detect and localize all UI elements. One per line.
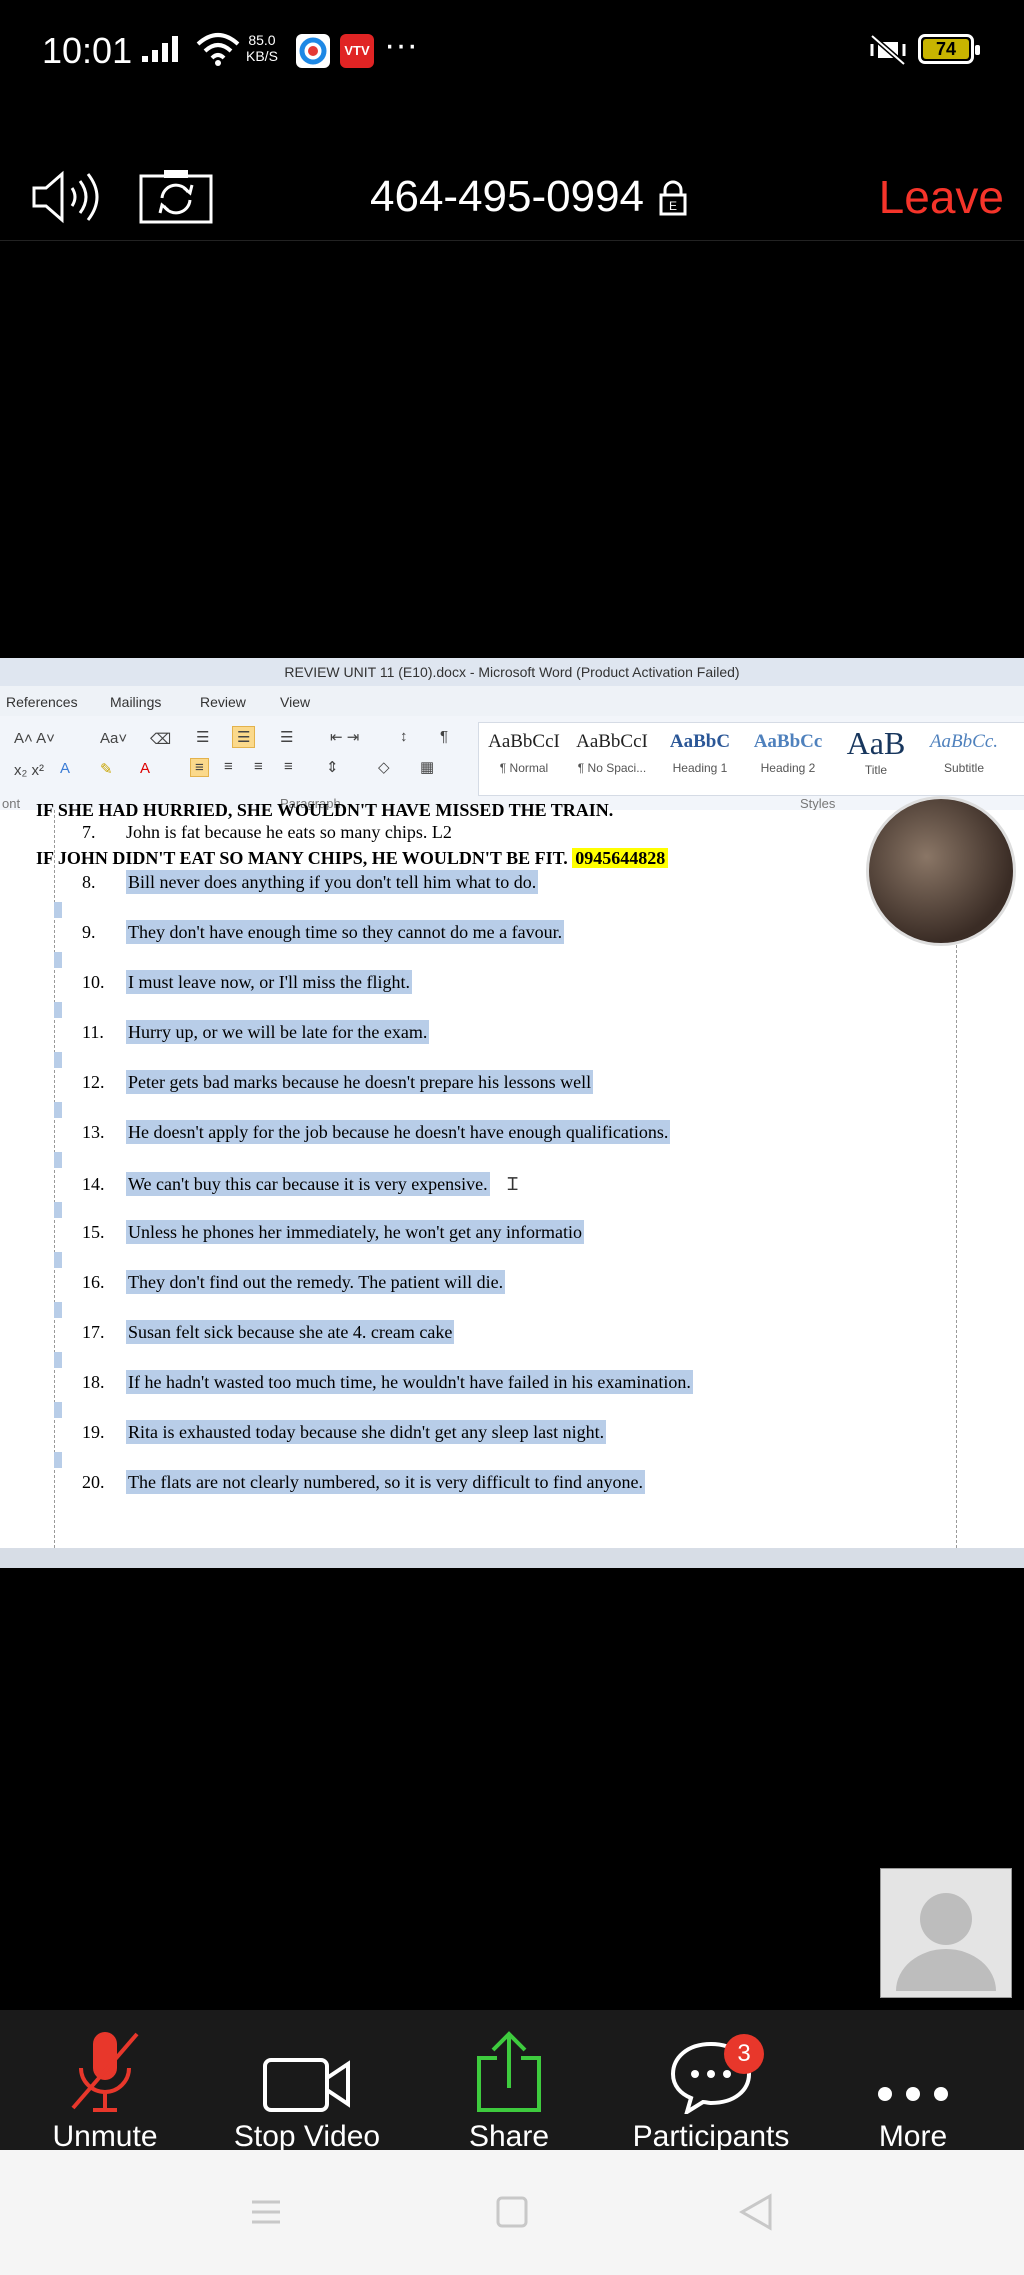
phone-number: 0945644828 (572, 848, 669, 868)
lock-icon: E (659, 180, 687, 216)
meeting-id[interactable]: 464-495-0994 (370, 172, 644, 222)
home-icon[interactable] (494, 2194, 530, 2230)
share-button[interactable]: Share (414, 2026, 604, 2154)
borders-icon: ▦ (420, 759, 435, 776)
self-video-thumbnail[interactable] (880, 1868, 1012, 1998)
doc-line-cut: IF SHE HAD HURRIED, SHE WOULDN'T HAVE MI… (36, 800, 614, 820)
styles-group-label: Styles (800, 796, 836, 811)
list-item: 11. Hurry up, or we will be late for the … (82, 1020, 430, 1044)
list-item: 17. Susan felt sick because she ate 4. cr… (82, 1320, 455, 1344)
align-left-icon: ≡ (190, 758, 209, 777)
status-bar: 10:01 85.0 KB/S VTV ··· 74 (0, 0, 1024, 100)
tab-references: References (6, 694, 78, 710)
font-group-label: ont (2, 796, 21, 811)
back-icon[interactable] (736, 2192, 776, 2232)
participant-video-bubble[interactable] (866, 796, 1016, 946)
more-dots-icon (878, 2087, 948, 2101)
list-item: 18. If he hadn't wasted too much time, he… (82, 1370, 693, 1394)
list-item: 14. We can't buy this car because it is v… (82, 1172, 518, 1196)
list-item: 20. The flats are not clearly numbered, s… (82, 1470, 646, 1494)
status-time: 10:01 (42, 30, 133, 71)
style-normal: AaBbCcI ¶ Normal (488, 731, 560, 775)
more-button[interactable]: More (818, 2026, 1008, 2154)
list-item: 10. I must leave now, or I'll miss the fl… (82, 970, 413, 994)
list-item: 19. Rita is exhausted today because she d… (82, 1420, 607, 1444)
text-effects-icon: A (60, 760, 71, 777)
signal-icon (142, 36, 178, 62)
style-heading-1: AaBbC Heading 1 (669, 731, 731, 775)
screen-share-view[interactable]: REVIEW UNIT 11 (E10).docx - Microsoft Wo… (0, 658, 1024, 1568)
line-spacing-icon: ⇕ (326, 759, 339, 776)
svg-text:E: E (669, 199, 677, 213)
word-status-bar (0, 1548, 1024, 1568)
tab-mailings: Mailings (110, 694, 162, 710)
battery-level: 74 (923, 39, 969, 59)
speaker-icon[interactable] (30, 168, 104, 226)
menu-icon[interactable] (248, 2194, 284, 2230)
doc-line-7: 7. John is fat because he eats so many ch… (82, 822, 452, 842)
mute-vibrate-icon (870, 34, 906, 66)
styles-gallery: AaBbCcI ¶ Normal AaBbCcI ¶ No Spaci... AaB… (478, 722, 1024, 796)
list-item: 12. Peter gets bad marks because he doesn… (82, 1070, 594, 1094)
change-case-icon: Aa˅ (100, 730, 128, 747)
tab-review: Review (200, 694, 246, 710)
wifi-icon (196, 33, 240, 66)
app-notification-icon (296, 34, 330, 68)
style-heading-2: AaBbCc Heading 2 (753, 731, 823, 775)
leave-button[interactable]: Leave (879, 170, 1004, 224)
list-item: 9. They don't have enough time so they ca… (82, 920, 565, 944)
multilevel-icon: ☰ (280, 729, 294, 746)
style-no-spacing: AaBbCcI ¶ No Spaci... (576, 731, 648, 775)
indent-icon: ⇤ ⇥ (330, 729, 360, 746)
participants-button[interactable]: 3 Participants (616, 2026, 806, 2154)
subscript-icon: x₂ x² (14, 762, 44, 779)
clear-format-icon: ⌫ (150, 731, 172, 748)
sort-icon: ↕ (400, 728, 408, 745)
bullets-icon: ☰ (196, 729, 210, 746)
network-speed: 85.0 KB/S (246, 32, 278, 64)
stop-video-button[interactable]: Stop Video (212, 2026, 402, 2154)
doc-answer: IF JOHN DIDN'T EAT SO MANY CHIPS, HE WOU… (36, 848, 669, 869)
tab-view: View (280, 694, 311, 710)
pilcrow-icon: ¶ (440, 728, 449, 745)
shading-icon: ◇ (378, 759, 390, 776)
battery-icon: 74 (918, 34, 980, 64)
align-center-icon: ≡ (224, 758, 233, 775)
align-right-icon: ≡ (254, 758, 263, 775)
list-item: 15. Unless he phones her immediately, he … (82, 1220, 584, 1244)
avatar (896, 1893, 996, 1991)
participants-badge: 3 (724, 2034, 764, 2074)
mic-muted-icon (71, 2032, 139, 2112)
style-subtitle: AaBbCc. Subtitle (929, 731, 999, 775)
justify-icon: ≡ (284, 758, 293, 775)
list-item: 13. He doesn't apply for the job because … (82, 1120, 671, 1144)
video-camera-icon (263, 2058, 350, 2112)
document-page[interactable]: IF SHE HAD HURRIED, SHE WOULDN'T HAVE MI… (0, 800, 1024, 1548)
font-size-icon: A˄ A˅ (14, 730, 55, 747)
word-title-bar: REVIEW UNIT 11 (E10).docx - Microsoft Wo… (0, 658, 1024, 686)
list-item: 8. Bill never does anything if you don't … (82, 870, 539, 894)
highlight-icon: ✎ (100, 761, 113, 778)
numbering-icon: ☰ (232, 726, 256, 748)
switch-camera-icon[interactable] (138, 166, 214, 226)
font-color-icon: A (140, 760, 151, 777)
app-notification-icon: VTV (340, 34, 374, 68)
meeting-toolbar: Unmute Stop Video Share 3 Participants M… (0, 2010, 1024, 2153)
more-notifications-icon: ··· (384, 26, 418, 64)
share-icon (477, 2031, 541, 2112)
word-ribbon-tabs: References Mailings Review View (0, 686, 1024, 716)
meeting-header: 464-495-0994 E Leave (0, 150, 1024, 241)
unmute-button[interactable]: Unmute (10, 2026, 200, 2154)
style-title: AaB Title (846, 725, 906, 777)
word-ribbon: A˄ A˅ Aa˅ ⌫ x₂ x² A ✎ A ☰ ☰ ☰ ⇤ ⇥ ↕ ¶ ≡ … (0, 716, 1024, 811)
list-item: 16. They don't find out the remedy. The p… (82, 1270, 506, 1294)
system-nav-bar (0, 2150, 1024, 2275)
